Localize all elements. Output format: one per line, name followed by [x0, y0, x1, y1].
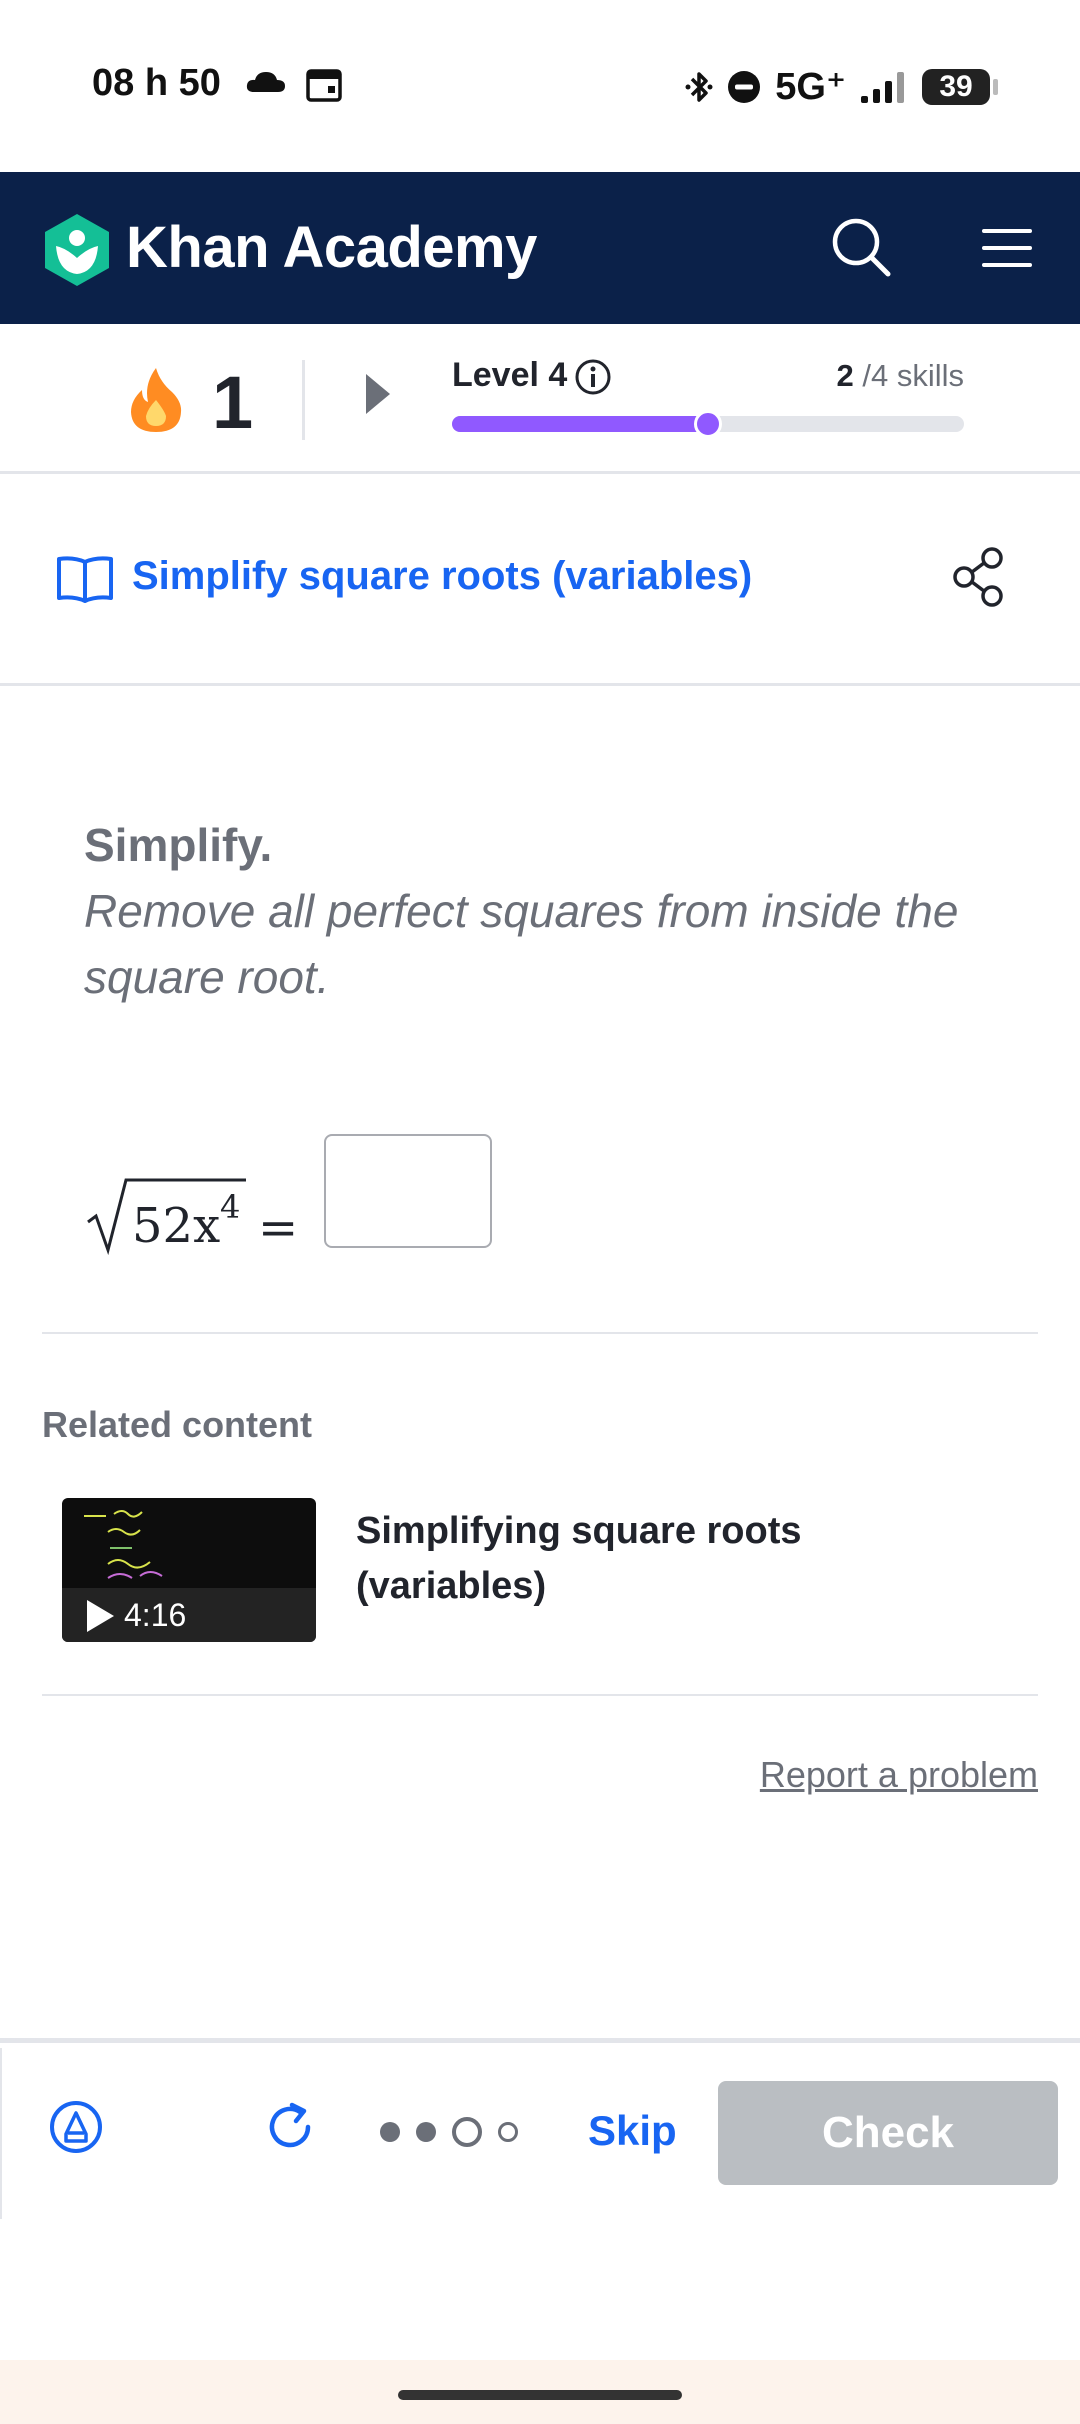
exponent: 4	[220, 1188, 240, 1226]
top-navigation: Khan Academy	[0, 172, 1080, 324]
progress-bar-row: 1 Level 4 2 /4 skills	[0, 324, 1080, 474]
level-label: Level 4	[452, 356, 568, 394]
battery-icon: 39	[922, 68, 998, 105]
thumbnail-scribbles	[84, 1510, 163, 1579]
divider	[302, 360, 305, 440]
question-heading: Simplify.	[84, 819, 273, 871]
level-progress-fill	[452, 416, 708, 432]
status-indicators: 5G⁺ 39	[685, 64, 998, 109]
level-progress-track	[452, 410, 964, 438]
exercise-title-link[interactable]: Simplify square roots (variables)	[132, 554, 752, 599]
play-icon	[87, 1600, 114, 1632]
level-progress-knob	[694, 410, 722, 438]
retry-icon[interactable]	[262, 2099, 318, 2155]
skills-total: /4 skills	[853, 358, 964, 393]
khan-academy-logo-icon	[45, 214, 109, 286]
skip-button[interactable]: Skip	[588, 2107, 677, 2155]
book-icon	[57, 556, 113, 603]
question-instruction: Remove all perfect squares from inside t…	[84, 885, 959, 1003]
bluetooth-icon	[685, 71, 713, 102]
skills-done: 2	[836, 358, 854, 393]
progress-dot-upcoming	[498, 2122, 518, 2142]
progress-dot-complete	[380, 2122, 400, 2142]
related-content-heading: Related content	[42, 1404, 313, 1445]
exercise-header: Simplify square roots (variables)	[0, 474, 1080, 686]
triangle-right-icon	[366, 374, 390, 414]
exercise-footer: Skip Check	[0, 2038, 1080, 2219]
streak-flame-icon	[131, 368, 182, 432]
answer-input[interactable]	[324, 1134, 492, 1248]
do-not-disturb-icon	[728, 70, 761, 103]
skills-counter: 2 /4 skills	[837, 358, 965, 394]
report-problem-link[interactable]: Report a problem	[760, 1754, 1038, 1796]
question-progress-dots	[380, 2117, 518, 2147]
hamburger-menu-icon[interactable]	[982, 228, 1032, 268]
square-root-expression: 52x 4 =	[87, 1178, 298, 1256]
calendar-icon	[306, 69, 342, 102]
streak-count: 1	[212, 361, 254, 444]
equals-sign: =	[258, 1200, 298, 1256]
radicand: 52x	[132, 1198, 220, 1254]
divider	[42, 1332, 1038, 1334]
video-duration: 4:16	[124, 1597, 187, 1633]
footer-edge	[0, 2048, 2, 2219]
signal-icon	[861, 71, 904, 103]
progress-dot-complete	[416, 2122, 436, 2142]
cloud-icon	[246, 72, 285, 92]
share-icon[interactable]	[952, 546, 1006, 608]
progress-dot-current	[452, 2117, 482, 2147]
status-bar: 08 h 50 5G⁺ 39	[0, 0, 1080, 172]
divider	[42, 1694, 1038, 1696]
status-time: 08 h 50	[92, 62, 221, 104]
home-indicator[interactable]	[398, 2390, 682, 2400]
brand-name[interactable]: Khan Academy	[126, 214, 537, 281]
video-thumbnail[interactable]: 4:16	[62, 1498, 316, 1642]
related-video-title[interactable]: Simplifying square roots (variables)	[356, 1504, 826, 1614]
search-icon[interactable]	[830, 216, 892, 278]
info-icon[interactable]	[574, 358, 612, 396]
check-button[interactable]: Check	[718, 2081, 1058, 2185]
scratchpad-pencil-icon[interactable]	[48, 2099, 104, 2155]
network-type: 5G⁺	[775, 66, 846, 108]
